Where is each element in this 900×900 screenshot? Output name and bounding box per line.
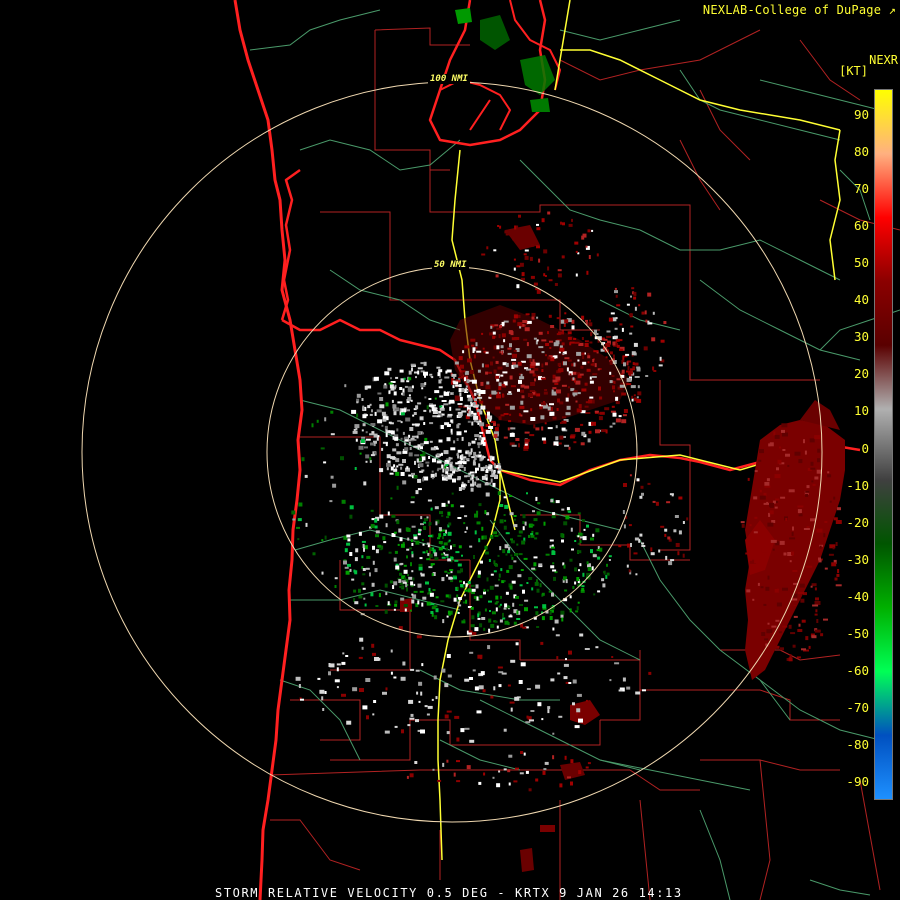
colorbar-tick: -10 xyxy=(846,477,869,493)
colorbar-tick: -90 xyxy=(846,774,869,789)
range-ring-100-label: 100 NMI xyxy=(428,74,470,84)
velocity-colorbar xyxy=(874,89,893,800)
colorbar-tick: 40 xyxy=(853,292,869,308)
colorbar-tick: -50 xyxy=(846,625,869,641)
external-link-icon: ↗ xyxy=(888,3,896,17)
radar-map[interactable] xyxy=(0,0,900,900)
colorbar-tick: 80 xyxy=(853,144,869,160)
colorbar-tick: -20 xyxy=(846,514,869,530)
colorbar-tick: 20 xyxy=(853,366,869,382)
credit-text: NEXLAB-College of DuPage xyxy=(702,3,882,17)
colorbar-tick: -40 xyxy=(846,588,869,604)
colorbar-tick: 50 xyxy=(853,255,869,271)
range-ring-50-label: 50 NMI xyxy=(432,260,469,270)
colorbar-tick: 60 xyxy=(853,218,869,234)
colorbar-tick: 90 xyxy=(853,107,869,122)
colorbar-tick: -30 xyxy=(846,551,869,567)
colorbar-tick: 30 xyxy=(853,329,869,345)
colorbar-tick: -60 xyxy=(846,662,869,678)
colorbar-tick: 10 xyxy=(853,403,869,419)
product-caption: STORM RELATIVE VELOCITY 0.5 DEG - KRTX 9… xyxy=(215,886,683,900)
product-short-label: NEXR xyxy=(869,53,898,67)
colorbar-tick: -70 xyxy=(846,699,869,715)
unit-label: [KT] xyxy=(839,64,868,78)
colorbar-tick: -80 xyxy=(846,736,869,752)
colorbar-tick: 70 xyxy=(853,181,869,197)
credit-label[interactable]: NEXLAB-College of DuPage ↗ xyxy=(703,3,896,17)
colorbar-tick: 0 xyxy=(861,440,869,456)
